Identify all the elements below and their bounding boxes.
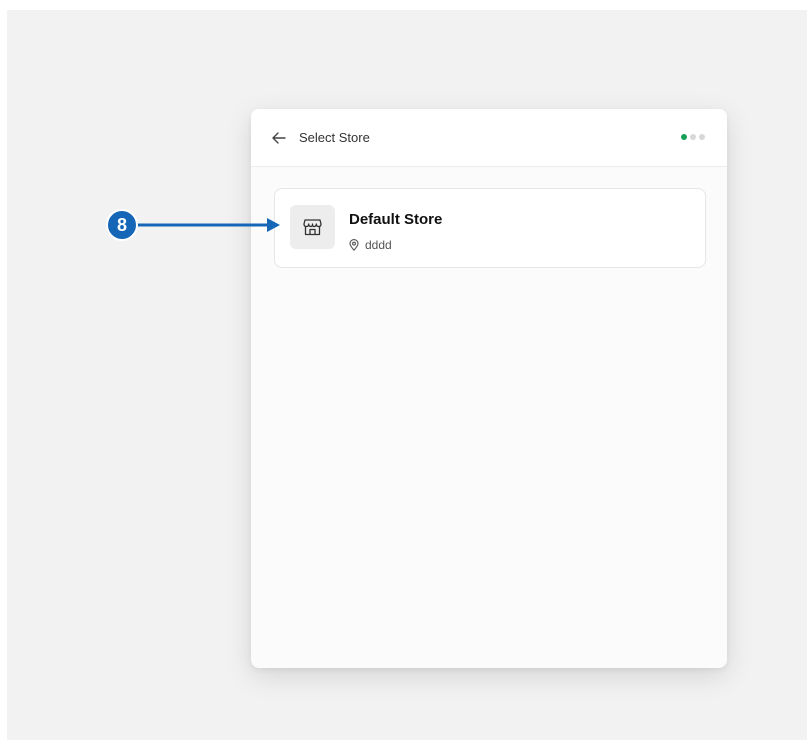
step-dot <box>699 134 705 140</box>
step-dot <box>690 134 696 140</box>
step-indicator <box>681 134 705 140</box>
store-location: dddd <box>349 238 392 252</box>
arrow-left-icon <box>272 132 286 144</box>
store-card-default-store[interactable]: Default Store dddd <box>274 188 706 268</box>
select-store-panel: Select Store Default Store dddd <box>251 109 727 668</box>
map-pin-icon <box>349 239 359 251</box>
callout-annotation: 8 <box>106 209 286 241</box>
callout-badge: 8 <box>106 209 138 241</box>
callout-arrow <box>134 218 280 232</box>
store-icon <box>303 219 322 236</box>
step-dot-active <box>681 134 687 140</box>
back-button[interactable] <box>269 128 289 148</box>
store-name: Default Store <box>349 211 443 228</box>
store-icon-container <box>290 205 335 249</box>
panel-header: Select Store <box>251 109 727 167</box>
store-location-text: dddd <box>365 238 392 252</box>
page-title: Select Store <box>299 130 370 145</box>
